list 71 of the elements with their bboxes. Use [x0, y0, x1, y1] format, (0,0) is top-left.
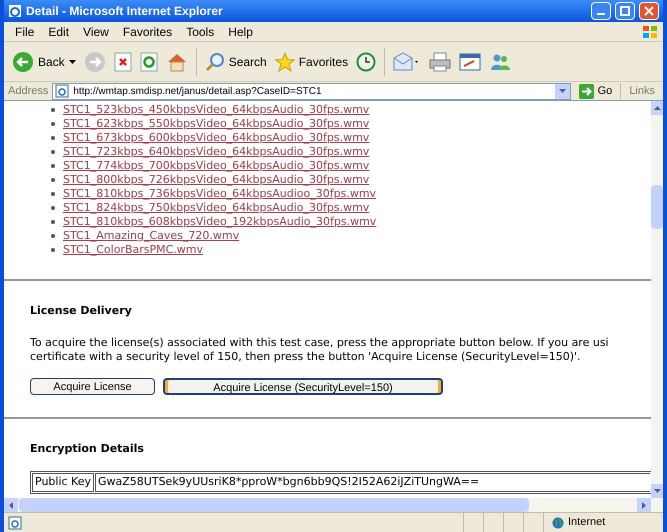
- bullet-icon: [51, 122, 55, 126]
- edit-page-icon[interactable]: [459, 52, 482, 72]
- left-arrow-icon[interactable]: [9, 502, 13, 508]
- horizontal-scrollbar[interactable]: [4, 498, 663, 512]
- window-title: Detail - Microsoft Internet Explorer: [26, 3, 224, 20]
- up-arrow-icon[interactable]: [654, 106, 660, 110]
- star-icon: [274, 52, 295, 72]
- acquire-license-button[interactable]: Acquire License: [30, 378, 155, 394]
- bullet-icon: [51, 220, 55, 224]
- bullet-icon: [51, 164, 55, 168]
- bullet-icon: [51, 206, 55, 210]
- file-link[interactable]: STC1_810kbps_608kbpsVideo_192kbpsAudio_30fps.wmv: [63, 215, 376, 229]
- caret-icon: [68, 60, 76, 64]
- license-paragraph: To acquire the license(s) associated with this test case, press the appropriate button below. If you are usi certificate with a security level of 150, then press the button 'Acquire License (SecurityLevel=150)'.: [29, 336, 610, 364]
- address-field[interactable]: http://wmtap.smdisp.net/janus/detail.asp?CaseID=STC1: [52, 82, 571, 100]
- section-heading: Encryption Details: [29, 440, 145, 456]
- file-link[interactable]: STC1_Amazing_Caves_720.wmv: [63, 229, 240, 243]
- printer-icon[interactable]: [429, 52, 452, 72]
- file-link[interactable]: STC1_623kbps_550kbpsVideo_64kbpsAudio_30fps.wmv: [63, 117, 370, 131]
- menu-item[interactable]: File: [8, 22, 42, 40]
- bullet-icon: [51, 178, 55, 182]
- bullet-icon: [51, 248, 55, 252]
- caret-icon: [558, 89, 566, 93]
- right-arrow-icon[interactable]: [642, 502, 646, 508]
- close-icon: [644, 6, 654, 16]
- search-button[interactable]: Search: [204, 52, 267, 72]
- address-label: Address: [8, 84, 48, 99]
- file-link[interactable]: STC1_723kbps_640kbpsVideo_64kbpsAudio_30fps.wmv: [63, 145, 370, 159]
- maximize-button[interactable]: [615, 2, 635, 20]
- bullet-icon: [51, 192, 55, 196]
- links-label[interactable]: Links: [625, 82, 659, 100]
- scroll-thumb[interactable]: [651, 185, 663, 229]
- favorites-button[interactable]: Favorites: [274, 52, 348, 72]
- menu-item[interactable]: Favorites: [116, 22, 180, 40]
- section-heading: License Delivery: [29, 303, 133, 319]
- people-icon[interactable]: [489, 52, 512, 72]
- minimize-button[interactable]: [591, 2, 611, 20]
- file-link[interactable]: STC1_523kbps_450kbpsVideo_64kbpsAudio_30fps.wmv: [63, 103, 370, 117]
- table-cell: Public Key: [32, 473, 94, 492]
- file-link[interactable]: STC1_ColorBarsPMC.wmv: [63, 243, 204, 257]
- close-button[interactable]: [639, 2, 659, 20]
- menu-item[interactable]: View: [76, 22, 116, 40]
- scroll-thumb[interactable]: [19, 498, 529, 512]
- bullet-icon: [51, 108, 55, 112]
- back-button[interactable]: Back: [12, 50, 76, 72]
- file-link[interactable]: STC1_800kbps_726kbpsVideo_64kbpsAudio_30fps.wmv: [63, 173, 370, 187]
- file-link[interactable]: STC1_774kbps_700kbpsVideo_64kbpsAudio_30fps.wmv: [63, 159, 370, 173]
- menu-item[interactable]: Edit: [41, 22, 76, 40]
- table-cell: GwaZ58UTSek9yUUsriK8*pproW*bgn6bb9QS!2I52A62iJZiTUngWA==: [95, 473, 650, 492]
- menu-item[interactable]: Tools: [179, 22, 222, 40]
- file-link[interactable]: STC1_824kbps_750kbpsVideo_64kbpsAudio_30fps.wmv: [63, 201, 370, 215]
- file-link[interactable]: STC1_810kbps_736kbpsVideo_64kbpsAudioo_30fps.wmv: [63, 187, 376, 201]
- bullet-icon: [51, 136, 55, 140]
- menu-item[interactable]: Help: [221, 22, 260, 40]
- search-icon: [204, 52, 225, 72]
- browser-icon: [8, 4, 22, 18]
- vertical-scrollbar[interactable]: [651, 101, 663, 498]
- down-arrow-icon[interactable]: [654, 489, 660, 493]
- acquire-license-button[interactable]: Acquire License (SecurityLevel=150): [163, 378, 443, 394]
- security-zone-label: Internet: [568, 515, 606, 530]
- bullet-icon: [51, 234, 55, 238]
- stop-icon[interactable]: [114, 52, 132, 72]
- file-link[interactable]: STC1_673kbps_600kbpsVideo_64kbpsAudio_30fps.wmv: [63, 131, 370, 145]
- page-icon: [8, 516, 22, 530]
- go-button[interactable]: Go: [574, 82, 616, 100]
- globe-icon: [552, 516, 564, 528]
- page-icon: [55, 84, 70, 98]
- dropdown-button[interactable]: [554, 84, 570, 98]
- bullet-icon: [51, 150, 55, 154]
- home-icon[interactable]: [166, 52, 188, 72]
- history-clock-icon[interactable]: [356, 52, 376, 72]
